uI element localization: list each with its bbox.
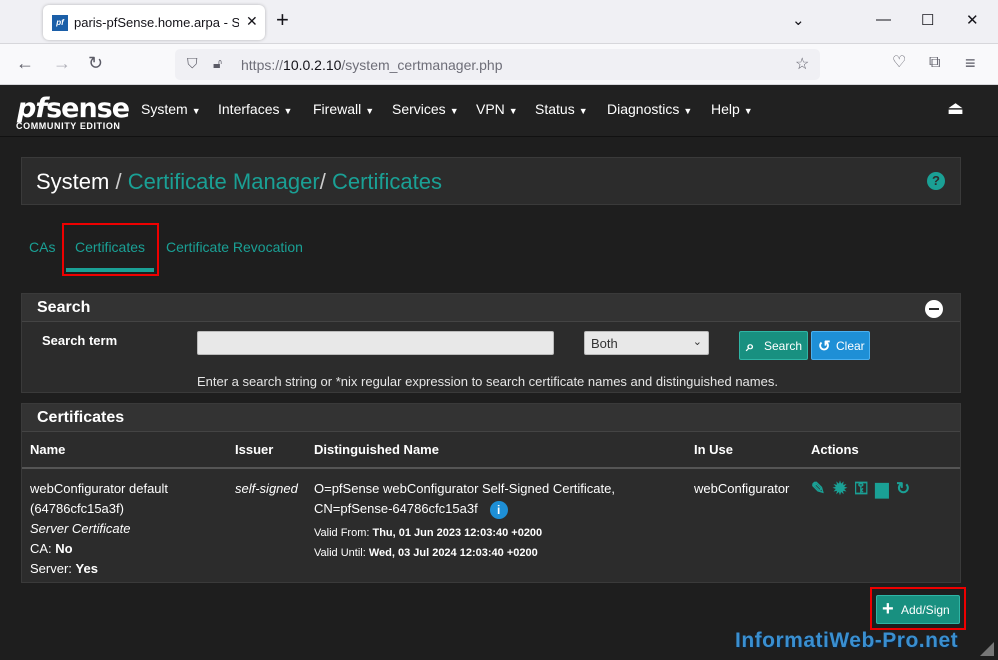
cell-actions: ✎ ✹ ⚿ ▆ ↻ [803, 468, 960, 589]
clear-button[interactable]: ↺ Clear [811, 331, 870, 360]
search-input[interactable] [197, 331, 554, 355]
cell-in-use: webConfigurator [694, 481, 790, 496]
chevron-down-icon: ⌄ [692, 336, 702, 348]
breadcrumb-separator: / [115, 169, 122, 194]
valid-until: Wed, 03 Jul 2024 12:03:40 +0200 [368, 547, 538, 559]
shield-icon[interactable]: ⛉ [187, 55, 198, 72]
hamburger-menu-icon[interactable]: ≡ [965, 52, 976, 74]
valid-from: Thu, 01 Jun 2023 12:03:40 +0200 [372, 527, 543, 539]
search-term-label: Search term [42, 333, 118, 348]
col-actions: Actions [803, 432, 960, 469]
search-button[interactable]: ⌕ Search [739, 331, 808, 360]
browser-titlebar: pf paris-pfSense.home.arpa - System ✕ + … [0, 0, 998, 44]
logo-subtitle: COMMUNITY EDITION [16, 121, 121, 131]
maximize-icon[interactable]: ☐ [921, 11, 934, 29]
menu-vpn[interactable]: VPN ▼ [476, 101, 518, 117]
browser-tab[interactable]: pf paris-pfSense.home.arpa - System ✕ [43, 5, 265, 40]
certificates-panel: Certificates Name Issuer Distinguished N… [21, 403, 961, 583]
reload-icon[interactable]: ↻ [88, 52, 103, 74]
export-p12-archive-icon[interactable]: ▆ [875, 479, 888, 498]
url-bar[interactable]: ⛉ 🔓︎ https://10.0.2.10/system_certmanage… [175, 49, 820, 80]
breadcrumb: System / Certificate Manager/ Certificat… [21, 157, 961, 205]
export-cert-icon[interactable]: ✹ [833, 479, 847, 498]
tab-title: paris-pfSense.home.arpa - System [74, 15, 239, 30]
export-key-icon[interactable]: ⚿ [855, 479, 868, 498]
menu-system[interactable]: System ▼ [141, 101, 201, 117]
col-issuer[interactable]: Issuer [227, 432, 306, 469]
col-distinguished-name[interactable]: Distinguished Name [306, 432, 686, 469]
menu-services[interactable]: Services ▼ [392, 101, 459, 117]
search-panel: Search Search term Both ⌄ ⌕ Search ↺ Cle… [21, 293, 961, 393]
edit-pencil-icon[interactable]: ✎ [811, 479, 825, 498]
pocket-icon[interactable]: ♡ [892, 52, 906, 74]
search-panel-header: Search [22, 294, 960, 322]
resize-corner [980, 642, 994, 656]
collapse-minus-icon[interactable] [925, 300, 943, 318]
tab-certificate-revocation[interactable]: Certificate Revocation [166, 239, 303, 255]
renew-icon[interactable]: ↻ [896, 479, 910, 498]
cell-distinguished-name: O=pfSense webConfigurator Self-Signed Ce… [306, 468, 686, 589]
dn-line-2: CN=pfSense-64786cfc15a3f [314, 501, 478, 516]
main-content: System / Certificate Manager/ Certificat… [0, 137, 998, 660]
forward-icon[interactable]: → [53, 52, 71, 74]
tab-cas[interactable]: CAs [29, 239, 55, 255]
url-text[interactable]: https://10.0.2.10/system_certmanager.php [241, 57, 503, 73]
highlight-box-certificates-tab [62, 223, 159, 276]
back-icon[interactable]: ← [16, 52, 34, 74]
pfsense-favicon-icon: pf [52, 15, 68, 31]
certificates-panel-title: Certificates [37, 409, 125, 426]
pfsense-logo[interactable]: pfsense [17, 93, 130, 124]
cell-name: webConfigurator default (64786cfc15a3f) … [22, 468, 227, 589]
menu-interfaces[interactable]: Interfaces ▼ [218, 101, 292, 117]
cert-server-value: Yes [75, 561, 98, 576]
lock-icon[interactable]: 🔓︎ [213, 55, 222, 72]
menu-status[interactable]: Status ▼ [535, 101, 588, 117]
table-row: webConfigurator default (64786cfc15a3f) … [22, 468, 960, 589]
cert-ca-value: No [55, 541, 73, 556]
highlight-box-add-sign [870, 587, 966, 630]
certificates-table: Name Issuer Distinguished Name In Use Ac… [22, 432, 960, 589]
dn-line-1: O=pfSense webConfigurator Self-Signed Ce… [314, 481, 615, 496]
browser-navbar: ← → ↻ ⛉ 🔓︎ https://10.0.2.10/system_cert… [0, 44, 998, 85]
new-tab-icon[interactable]: + [276, 9, 289, 31]
search-icon: ⌕ [746, 338, 755, 355]
breadcrumb-system: System [36, 169, 110, 194]
cell-issuer: self-signed [235, 481, 298, 496]
minimize-icon[interactable]: — [876, 11, 891, 28]
undo-icon: ↺ [818, 338, 831, 355]
close-window-icon[interactable]: ✕ [966, 11, 979, 29]
col-in-use[interactable]: In Use [686, 432, 803, 469]
tab-close-icon[interactable]: ✕ [246, 13, 258, 30]
menu-help[interactable]: Help ▼ [711, 101, 753, 117]
menu-diagnostics[interactable]: Diagnostics ▼ [607, 101, 692, 117]
watermark: InformatiWeb-Pro.net [735, 629, 959, 652]
search-help-text: Enter a search string or *nix regular ex… [197, 374, 778, 389]
help-icon[interactable]: ? [927, 172, 945, 190]
cert-type: Server Certificate [30, 521, 131, 536]
pfsense-navbar: pfsense COMMUNITY EDITION System ▼ Interf… [0, 85, 998, 137]
col-name[interactable]: Name [22, 432, 227, 469]
search-scope-select[interactable]: Both ⌄ [584, 331, 709, 355]
breadcrumb-certificates[interactable]: Certificates [332, 169, 442, 194]
breadcrumb-certificate-manager[interactable]: Certificate Manager [128, 169, 320, 194]
search-panel-title: Search [37, 299, 91, 316]
certificates-panel-header: Certificates [22, 404, 960, 432]
cert-name: webConfigurator default (64786cfc15a3f) [30, 481, 169, 516]
bookmark-star-icon[interactable]: ☆ [795, 54, 809, 74]
menu-firewall[interactable]: Firewall ▼ [313, 101, 374, 117]
tab-list-chevron-icon[interactable]: ⌄ [792, 11, 805, 29]
extensions-icon[interactable]: ⧉ [929, 52, 940, 74]
info-icon[interactable]: i [489, 500, 508, 519]
logout-icon[interactable]: ⏏ [947, 98, 964, 119]
